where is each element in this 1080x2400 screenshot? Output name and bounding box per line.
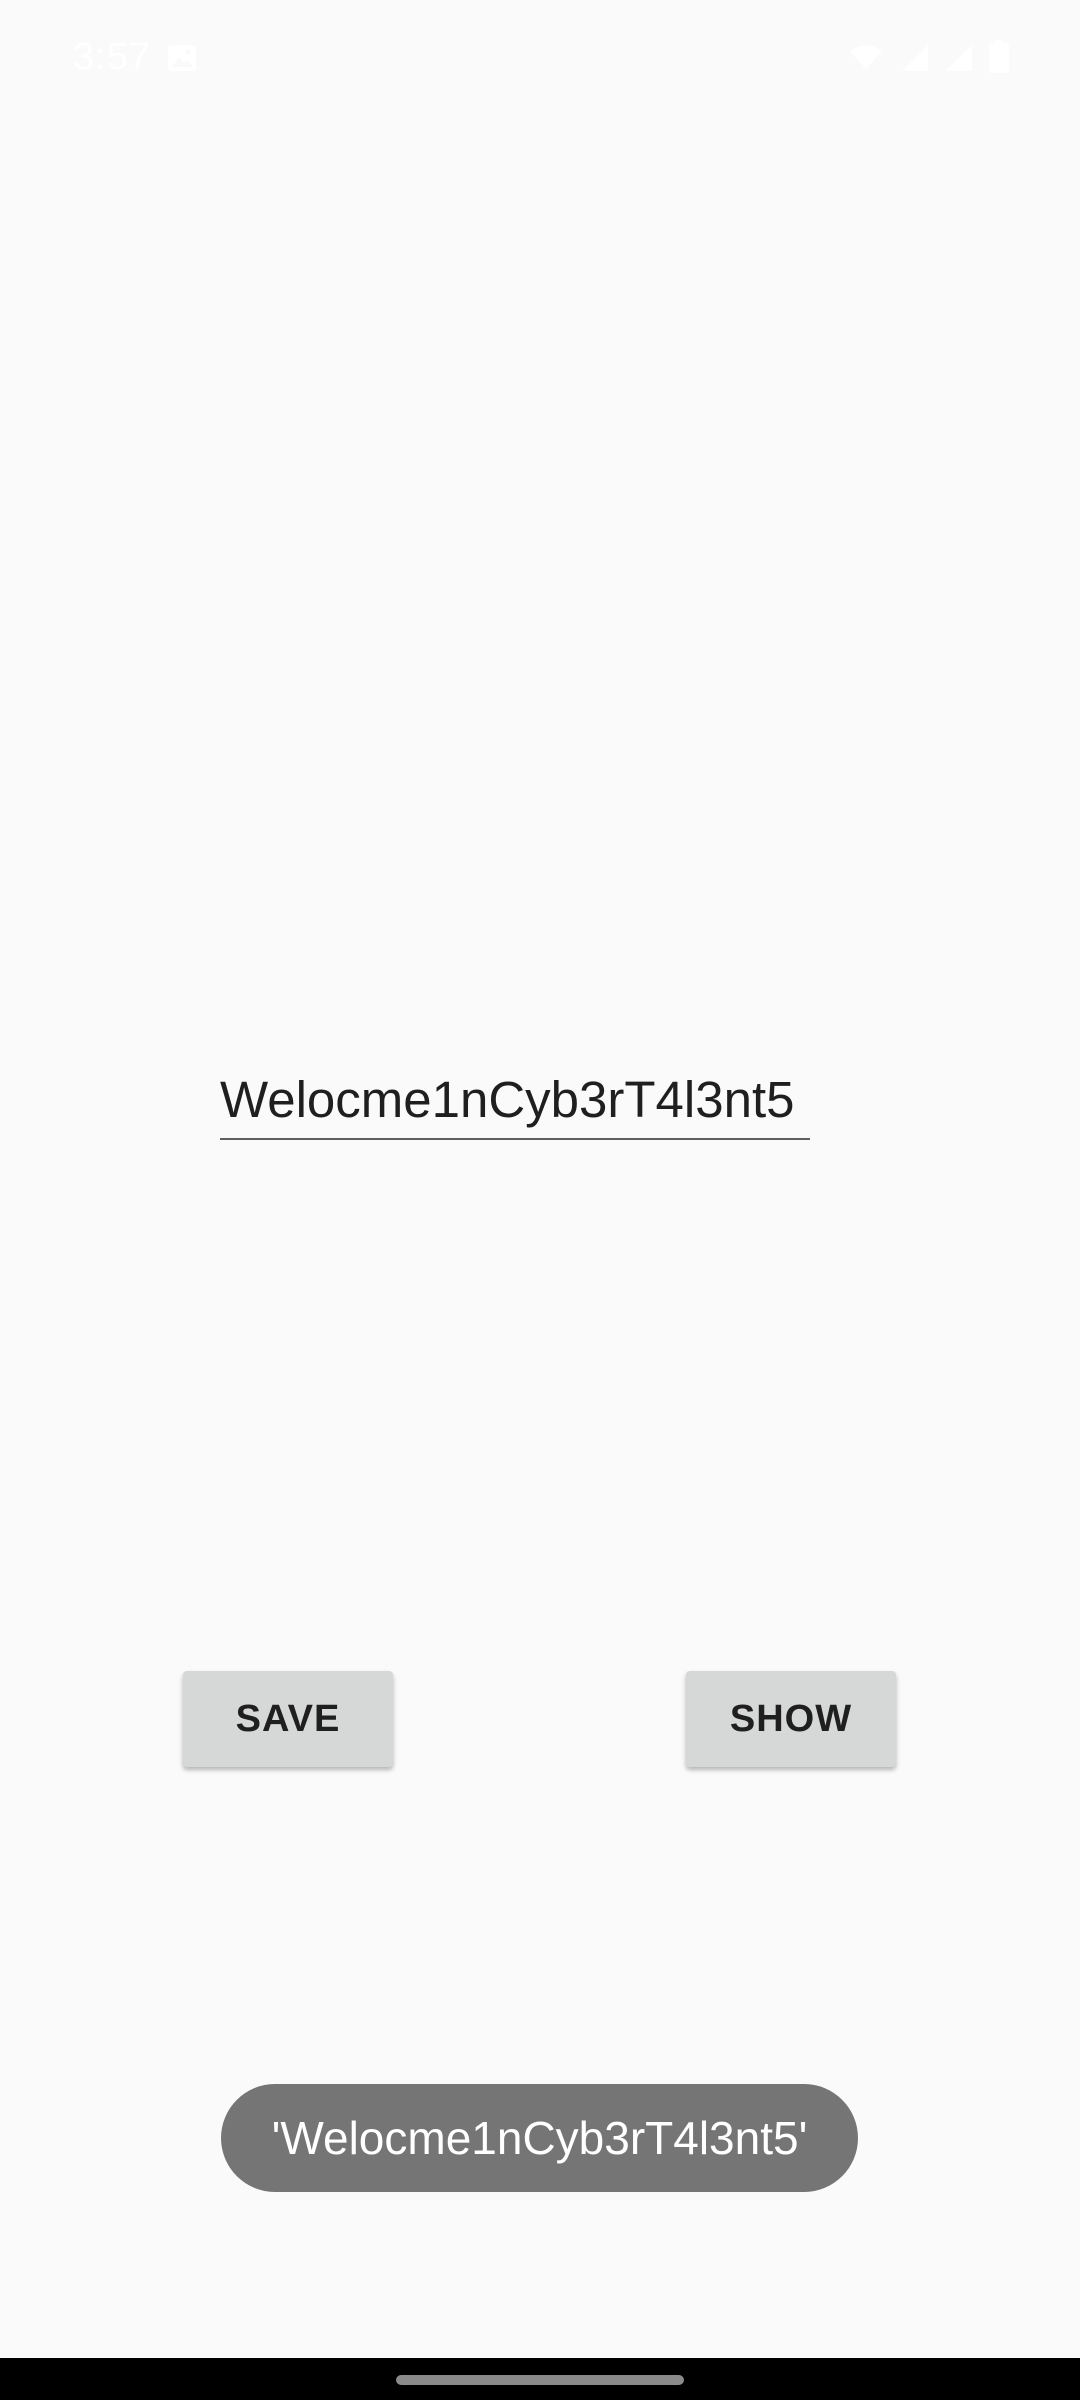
battery-icon bbox=[988, 40, 1010, 79]
navigation-bar bbox=[0, 2358, 1080, 2400]
toast-text: 'Welocme1nCyb3rT4l3nt5' bbox=[271, 2112, 808, 2164]
signal-icon-2 bbox=[944, 41, 974, 78]
toast-message: 'Welocme1nCyb3rT4l3nt5' bbox=[221, 2084, 858, 2192]
image-notification-icon bbox=[166, 42, 198, 74]
show-button[interactable]: SHOW bbox=[686, 1671, 896, 1767]
home-gesture-handle[interactable] bbox=[396, 2375, 684, 2385]
secret-text-input[interactable] bbox=[220, 1060, 810, 1140]
status-icons bbox=[846, 40, 1010, 79]
wifi-icon bbox=[846, 41, 886, 78]
app-screen: 3:57 Welocme1nCyb3rT4l3nt5 SAVE SHOW 'We… bbox=[0, 0, 1080, 2400]
status-bar: 3:57 bbox=[0, 0, 1080, 120]
signal-icon bbox=[900, 41, 930, 78]
save-button[interactable]: SAVE bbox=[183, 1671, 393, 1767]
status-time: 3:57 bbox=[73, 36, 151, 78]
